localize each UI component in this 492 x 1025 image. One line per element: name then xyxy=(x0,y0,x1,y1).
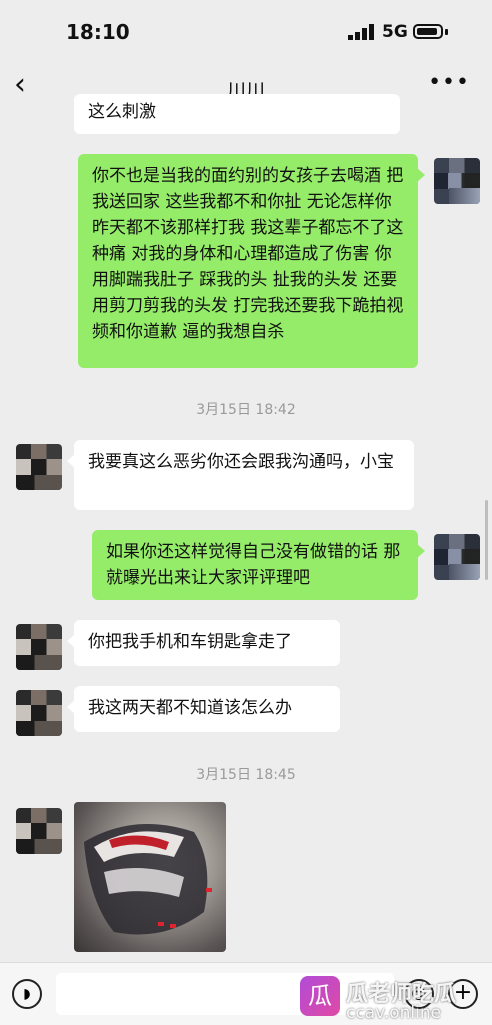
battery-tip xyxy=(445,29,448,35)
voice-icon[interactable]: ◗ xyxy=(12,979,42,1009)
image-message[interactable] xyxy=(74,802,226,952)
battery-icon xyxy=(413,24,443,39)
message-text: 如果你还这样觉得自己没有做错的话 那就曝光出来让大家评评理吧 xyxy=(106,542,401,588)
message-text: 我这两天都不知道该怎么办 xyxy=(88,698,292,718)
message-bubble-left[interactable]: 我这两天都不知道该怎么办 xyxy=(67,686,340,732)
message-text: 你把我手机和车钥匙拿走了 xyxy=(88,632,292,652)
avatar-me[interactable] xyxy=(434,158,480,204)
message-text: 我要真这么恶劣你还会跟我沟通吗，小宝 xyxy=(88,452,394,472)
avatar-contact[interactable] xyxy=(16,624,62,670)
signal-icon xyxy=(348,24,374,40)
avatar-contact[interactable] xyxy=(16,444,62,490)
network-type: 5G xyxy=(382,22,408,42)
status-bar: 18:10 5G xyxy=(0,0,492,62)
avatar-me[interactable] xyxy=(434,534,480,580)
avatar-contact[interactable] xyxy=(16,808,62,854)
image-content xyxy=(84,824,212,935)
avatar-contact[interactable] xyxy=(16,690,62,736)
message-input[interactable] xyxy=(56,973,394,1015)
message-bubble-left[interactable]: 我要真这么恶劣你还会跟我沟通吗，小宝 xyxy=(67,440,414,510)
message-text: 这么刺激 xyxy=(88,102,156,122)
message-bubble-left[interactable]: 你把我手机和车钥匙拿走了 xyxy=(67,620,340,666)
timestamp: 3月15日 18:45 xyxy=(196,767,296,783)
message-bubble-left[interactable]: 这么刺激 xyxy=(74,94,400,134)
status-time: 18:10 xyxy=(66,20,130,44)
message-bubble-right[interactable]: 如果你还这样觉得自己没有做错的话 那就曝光出来让大家评评理吧 xyxy=(92,530,425,600)
watermark-url: ccav.online xyxy=(346,1003,442,1023)
timestamp: 3月15日 18:42 xyxy=(196,402,296,418)
more-dots-icon[interactable]: ••• xyxy=(428,70,470,95)
message-bubble-right[interactable]: 你不也是当我的面约别的女孩子去喝酒 把我送回家 这些我都不和你扯 无论怎样你昨天… xyxy=(78,154,425,368)
watermark-logo: 瓜 xyxy=(300,976,340,1016)
scrollbar[interactable] xyxy=(485,500,488,580)
message-text: 你不也是当我的面约别的女孩子去喝酒 把我送回家 这些我都不和你扯 无论怎样你昨天… xyxy=(92,166,404,342)
